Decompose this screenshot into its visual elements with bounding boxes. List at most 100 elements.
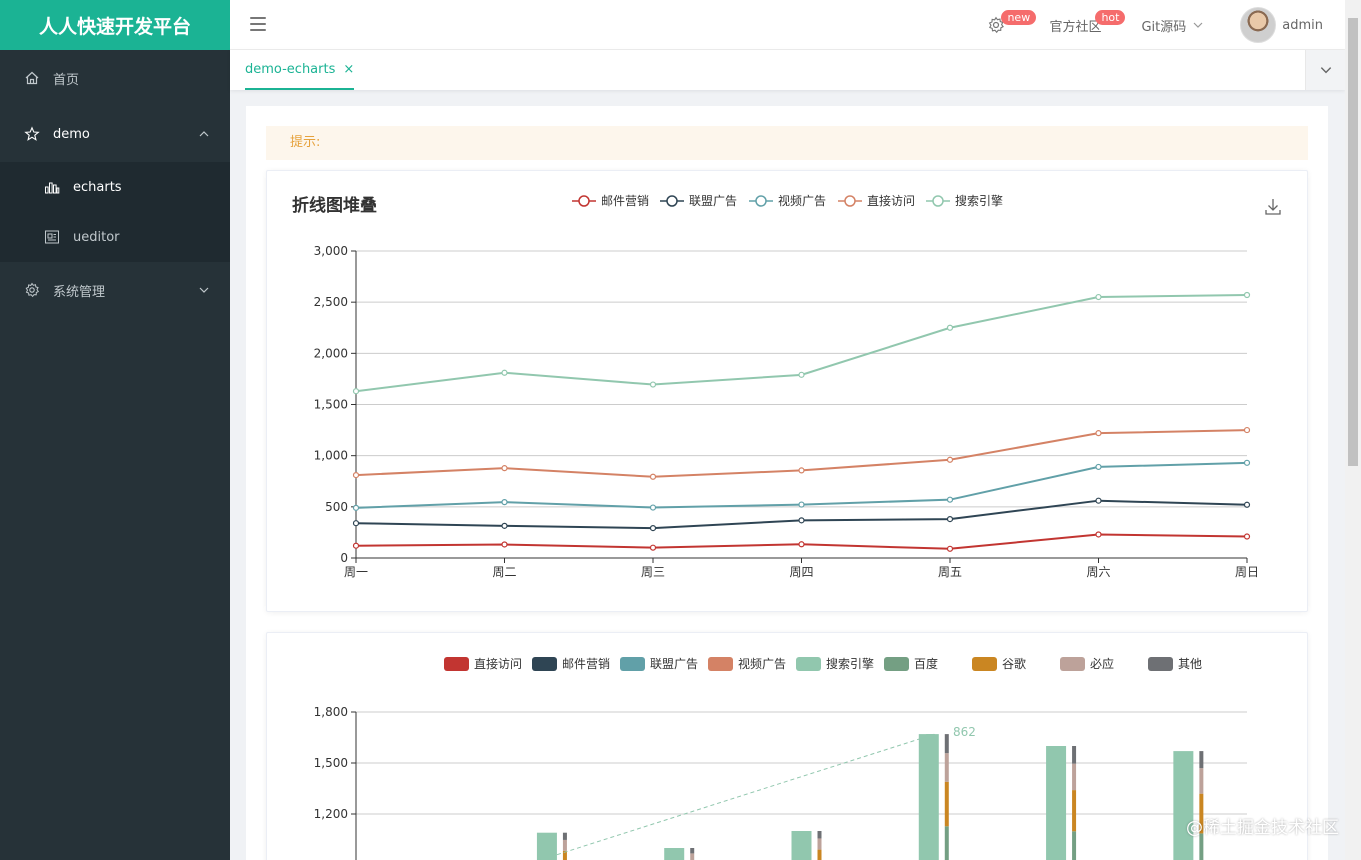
y-tick-label: 0 bbox=[340, 551, 348, 565]
legend-label: 联盟广告 bbox=[650, 657, 698, 671]
legend-marker bbox=[932, 195, 944, 207]
chevron-up-icon bbox=[199, 131, 209, 137]
sidebar-item-label: 系统管理 bbox=[53, 284, 106, 300]
legend-swatch bbox=[1060, 657, 1085, 671]
legend-label: 百度 bbox=[914, 656, 938, 671]
x-tick-label: 周五 bbox=[938, 565, 962, 579]
data-point bbox=[946, 496, 954, 503]
bar bbox=[1173, 751, 1194, 860]
stack-segment bbox=[944, 826, 949, 860]
bar-chart-icon bbox=[44, 179, 60, 195]
legend-swatch bbox=[1148, 657, 1173, 671]
close-icon[interactable]: × bbox=[343, 62, 354, 77]
bar-chart: 直接访问 邮件营销 联盟广告 视频广告 搜索引擎 百度 谷歌 必应 其他 1,200 1,500 1,… bbox=[314, 656, 1247, 860]
data-point bbox=[501, 499, 508, 506]
y-tick-label: 2,500 bbox=[314, 295, 348, 309]
download-icon[interactable] bbox=[1265, 199, 1281, 215]
x-tick-label: 周二 bbox=[492, 565, 516, 579]
data-point bbox=[649, 473, 657, 480]
legend-marker bbox=[844, 195, 856, 207]
data-point bbox=[1095, 293, 1102, 301]
sidebar-item-echarts[interactable]: echarts bbox=[0, 162, 230, 212]
data-point bbox=[946, 324, 954, 331]
data-point bbox=[352, 520, 360, 527]
trend-line bbox=[538, 733, 936, 860]
data-point bbox=[352, 388, 360, 395]
data-point bbox=[798, 467, 805, 474]
stack-segment bbox=[817, 831, 822, 839]
legend-marker bbox=[666, 195, 678, 207]
data-point bbox=[1243, 533, 1251, 540]
chevron-down-icon bbox=[199, 287, 209, 293]
y-tick-label: 1,200 bbox=[314, 807, 348, 821]
stack-segment bbox=[690, 853, 695, 860]
stack-segment bbox=[817, 838, 822, 850]
legend-label: 直接访问 bbox=[474, 656, 522, 671]
chevron-down-icon bbox=[1193, 22, 1203, 28]
tab-bar: demo-echarts × bbox=[230, 50, 1345, 90]
page-scrollbar[interactable] bbox=[1345, 0, 1361, 860]
bar bbox=[664, 848, 685, 860]
stack-segment bbox=[817, 849, 822, 860]
legend-label: 搜索引擎 bbox=[826, 656, 874, 671]
sidebar-item-label: echarts bbox=[73, 179, 122, 195]
legend-swatch bbox=[972, 657, 997, 671]
main-content: 提示: 折线图堆叠 邮件营销 联盟广告 视频广告 直接访问 搜索引擎 0 500 1,000 1,… bbox=[246, 106, 1328, 860]
data-point bbox=[501, 541, 508, 548]
user-menu[interactable]: admin bbox=[1240, 0, 1345, 50]
sidebar-item-system[interactable]: 系统管理 bbox=[0, 262, 230, 318]
line-chart: 折线图堆叠 邮件营销 联盟广告 视频广告 直接访问 搜索引擎 0 500 1,000 1,500 2… bbox=[292, 193, 1281, 579]
scrollbar-thumb[interactable] bbox=[1348, 18, 1358, 466]
bar bbox=[918, 734, 939, 860]
legend-label: 其他 bbox=[1178, 657, 1202, 671]
sidebar-item-demo[interactable]: demo bbox=[0, 106, 230, 162]
legend-swatch bbox=[884, 657, 909, 671]
star-icon bbox=[24, 126, 40, 142]
y-tick-label: 1,500 bbox=[314, 756, 348, 770]
x-tick-label: 周六 bbox=[1086, 565, 1110, 579]
demo-submenu: echarts ueditor bbox=[0, 162, 230, 262]
sidebar-item-home[interactable]: 首页 bbox=[0, 50, 230, 106]
menu-toggle-icon[interactable] bbox=[250, 17, 266, 31]
sidebar-item-label: 首页 bbox=[53, 72, 80, 88]
sidebar-item-label: demo bbox=[53, 126, 90, 142]
data-point bbox=[1243, 291, 1251, 299]
data-point bbox=[649, 504, 657, 511]
line-chart-card: 折线图堆叠 邮件营销 联盟广告 视频广告 直接访问 搜索引擎 0 500 1,000 1,500 2… bbox=[266, 170, 1308, 612]
tab-demo-echarts[interactable]: demo-echarts × bbox=[245, 50, 355, 90]
data-point bbox=[798, 501, 805, 508]
x-tick-label: 周四 bbox=[789, 565, 813, 579]
legend-swatch bbox=[532, 657, 557, 671]
data-point bbox=[1243, 459, 1251, 466]
git-label: Git源码 bbox=[1141, 19, 1187, 35]
x-tick-label: 周日 bbox=[1235, 565, 1259, 579]
y-tick-label: 500 bbox=[325, 500, 348, 514]
sidebar: 人人快速开发平台 首页 demo echarts ueditor 系统管理 bbox=[0, 0, 230, 860]
top-navbar: new 官方社区 hot Git源码 admin bbox=[230, 0, 1345, 50]
tabs-menu-button[interactable] bbox=[1305, 50, 1345, 90]
avatar bbox=[1240, 7, 1277, 43]
legend-marker bbox=[755, 195, 767, 207]
data-point bbox=[946, 545, 954, 552]
stack-segment bbox=[944, 734, 949, 754]
stack-segment bbox=[1072, 746, 1077, 764]
legend-swatch bbox=[796, 657, 821, 671]
editor-icon bbox=[44, 229, 60, 245]
stack-segment bbox=[1072, 831, 1077, 860]
tip-alert: 提示: bbox=[266, 126, 1308, 160]
git-source-dropdown[interactable]: Git源码 bbox=[1121, 0, 1240, 50]
data-point bbox=[798, 541, 805, 548]
y-tick-label: 1,000 bbox=[314, 449, 348, 463]
chart-title: 折线图堆叠 bbox=[292, 195, 377, 216]
community-link[interactable]: 官方社区 hot bbox=[1019, 0, 1126, 50]
legend-label: 邮件营销 bbox=[601, 194, 649, 208]
stack-segment bbox=[944, 753, 949, 782]
legend-label: 必应 bbox=[1090, 656, 1114, 671]
theme-settings-button[interactable]: new bbox=[967, 0, 1037, 50]
stack-segment bbox=[562, 839, 567, 851]
data-point bbox=[946, 456, 954, 463]
brand-title[interactable]: 人人快速开发平台 bbox=[0, 0, 230, 50]
bar bbox=[1046, 746, 1067, 860]
sidebar-item-ueditor[interactable]: ueditor bbox=[0, 212, 230, 262]
data-point bbox=[946, 516, 954, 523]
